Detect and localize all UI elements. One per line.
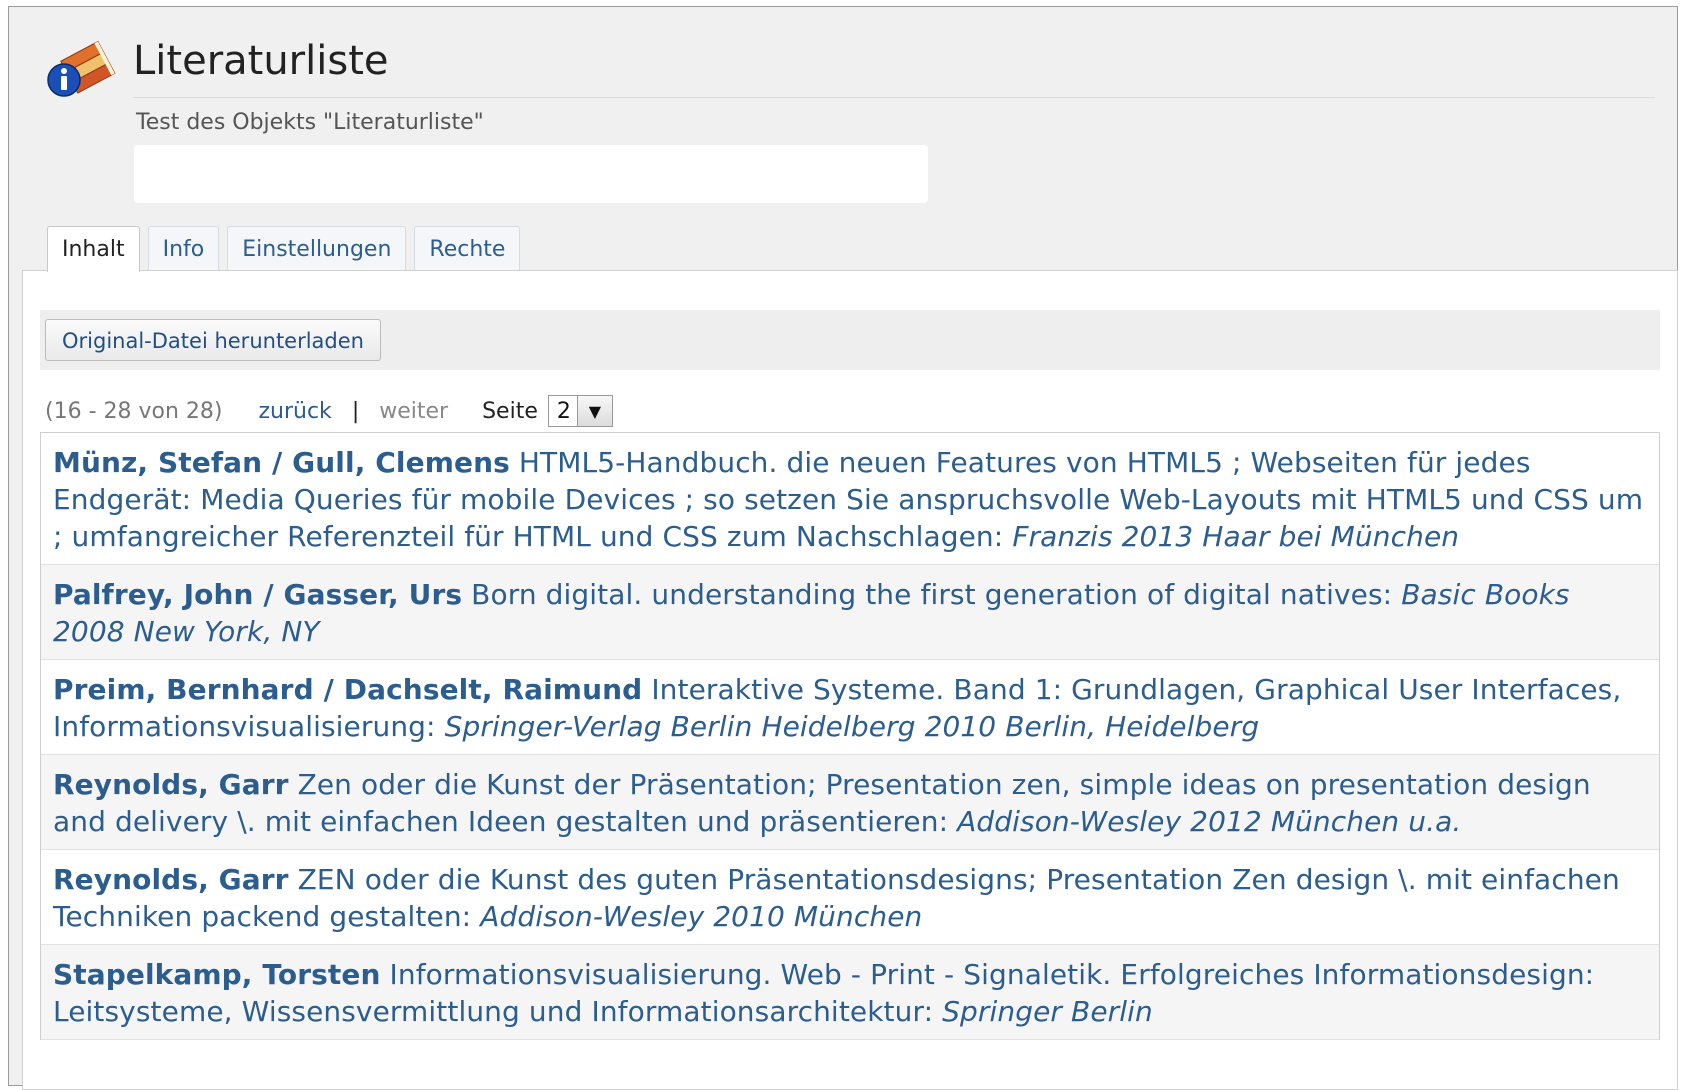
entry-publisher: Franzis 2013 Haar bei München [1012,520,1460,553]
entry-author[interactable]: Palfrey, John / Gasser, Urs [53,578,462,611]
next-link-disabled: weiter [379,398,449,424]
list-item: Münz, Stefan / Gull, Clemens HTML5-Handb… [41,433,1659,565]
page-label: Seite [482,398,538,424]
list-item: Stapelkamp, Torsten Informationsvisualis… [41,945,1659,1040]
tab-bar: Inhalt Info Einstellungen Rechte [47,226,521,272]
page-select[interactable]: 2 ▼ [547,395,613,427]
entry-publisher: Springer-Verlag Berlin Heidelberg 2010 B… [444,710,1260,743]
triangle-down-icon[interactable]: ▼ [576,396,612,426]
entry-publisher: Springer Berlin [942,995,1153,1028]
tab-info[interactable]: Info [147,226,220,270]
pagination-bar: (16 - 28 von 28) zurück | weiter Seite 2… [45,394,613,428]
page-title: Literaturliste [133,38,389,84]
entry-publisher: Addison-Wesley 2012 München u.a. [957,805,1462,838]
entry-title: Born digital. understanding the first ge… [471,578,1393,611]
page-select-value: 2 [556,398,571,424]
list-item: Reynolds, Garr ZEN oder die Kunst des gu… [41,850,1659,945]
description-area [134,145,928,203]
list-item: Reynolds, Garr Zen oder die Kunst der Pr… [41,755,1659,850]
title-divider [133,97,1655,98]
download-original-button[interactable]: Original-Datei herunterladen [45,319,381,361]
entry-author[interactable]: Münz, Stefan / Gull, Clemens [53,446,510,479]
list-item: Preim, Bernhard / Dachselt, Raimund Inte… [41,660,1659,755]
result-count: (16 - 28 von 28) [45,398,223,424]
page-description: Test des Objekts "Literaturliste" [136,110,484,135]
entry-publisher: Addison-Wesley 2010 München [480,900,923,933]
literature-list: Münz, Stefan / Gull, Clemens HTML5-Handb… [40,432,1660,1040]
tab-inhalt[interactable]: Inhalt [47,226,140,272]
previous-link[interactable]: zurück [258,399,331,424]
tab-rechte[interactable]: Rechte [414,226,521,270]
tab-einstellungen[interactable]: Einstellungen [227,226,407,270]
entry-author[interactable]: Reynolds, Garr [53,863,289,896]
entry-author[interactable]: Reynolds, Garr [53,768,289,801]
entry-author[interactable]: Stapelkamp, Torsten [53,958,381,991]
entry-author[interactable]: Preim, Bernhard / Dachselt, Raimund [53,673,642,706]
list-item: Palfrey, John / Gasser, Urs Born digital… [41,565,1659,660]
pagination-separator: | [351,398,360,424]
books-info-icon [47,40,116,97]
